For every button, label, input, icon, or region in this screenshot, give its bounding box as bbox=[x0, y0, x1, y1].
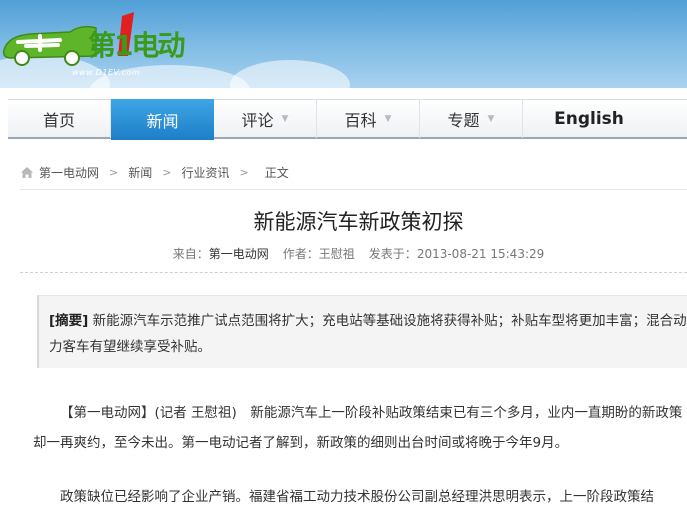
nav-item-label: 首页 bbox=[42, 111, 75, 130]
breadcrumb-separator: > bbox=[109, 166, 119, 179]
logo-text: 第1电动 bbox=[88, 29, 185, 62]
nav-item-label: 评论 bbox=[241, 111, 274, 130]
nav-item-news[interactable]: 新闻 bbox=[111, 99, 214, 140]
article-summary: [摘要] 新能源汽车示范推广试点范围将扩大；充电站等基础设施将获得补贴；补贴车型… bbox=[37, 295, 687, 368]
author-label: 作者： bbox=[282, 247, 319, 261]
divider bbox=[20, 272, 687, 273]
article-title: 新能源汽车新政策初探 bbox=[253, 210, 464, 234]
site-logo[interactable]: 第1电动 www.D1EV.com bbox=[0, 10, 200, 80]
breadcrumb-home-link[interactable]: 第一电动网 bbox=[39, 164, 99, 181]
cloud-decoration bbox=[230, 60, 350, 88]
breadcrumb: 第一电动网 > 新闻 > 行业资讯 > 正文 bbox=[20, 164, 289, 181]
article-paragraph: 【第一电动网】(记者 王慰祖) 新能源汽车上一阶段补贴政策结束已有三个多月，业内… bbox=[33, 405, 683, 451]
nav-item-label: 专题 bbox=[447, 111, 480, 130]
nav-item-label: 新闻 bbox=[146, 111, 179, 131]
breadcrumb-current: 正文 bbox=[264, 166, 289, 180]
article-meta: 来自：第一电动网 作者：王慰祖 发表于：2013-08-21 15:43:29 bbox=[0, 245, 687, 262]
nav-item-label: English bbox=[554, 109, 624, 129]
nav-item-wiki[interactable]: 百科 ▼ bbox=[317, 100, 420, 138]
breadcrumb-separator: > bbox=[239, 166, 249, 179]
source-label: 来自： bbox=[172, 247, 209, 261]
divider bbox=[20, 189, 687, 190]
breadcrumb-news-link[interactable]: 新闻 bbox=[128, 164, 152, 181]
nav-item-home[interactable]: 首页 bbox=[8, 100, 111, 138]
site-header: 第1电动 www.D1EV.com bbox=[0, 0, 687, 88]
time-label: 发表于： bbox=[368, 247, 417, 261]
nav-item-label: 百科 bbox=[344, 111, 377, 130]
summary-text: 新能源汽车示范推广试点范围将扩大；充电站等基础设施将获得补贴；补贴车型将更加丰富… bbox=[49, 313, 687, 355]
caret-down-icon: ▼ bbox=[487, 114, 495, 124]
nav-item-comment[interactable]: 评论 ▼ bbox=[214, 100, 317, 138]
publish-time: 2013-08-21 15:43:29 bbox=[416, 247, 545, 261]
nav-item-english[interactable]: English bbox=[523, 100, 655, 138]
breadcrumb-separator: > bbox=[162, 166, 172, 179]
caret-down-icon: ▼ bbox=[384, 114, 392, 124]
author-name: 王慰祖 bbox=[318, 247, 355, 261]
source-link[interactable]: 第一电动网 bbox=[209, 247, 269, 261]
nav-item-topics[interactable]: 专题 ▼ bbox=[420, 100, 523, 138]
caret-down-icon: ▼ bbox=[281, 114, 289, 124]
breadcrumb-industry-link[interactable]: 行业资讯 bbox=[181, 164, 229, 181]
logo-url: www.D1EV.com bbox=[72, 68, 141, 77]
article-paragraph: 政策缺位已经影响了企业产销。福建省福工动力技术股份公司副总经理洪思明表示，上一阶… bbox=[60, 489, 654, 505]
main-nav: 首页 新闻 评论 ▼ 百科 ▼ 专题 ▼ English bbox=[8, 99, 687, 140]
home-icon bbox=[21, 167, 33, 178]
summary-label: [摘要] bbox=[49, 313, 89, 329]
